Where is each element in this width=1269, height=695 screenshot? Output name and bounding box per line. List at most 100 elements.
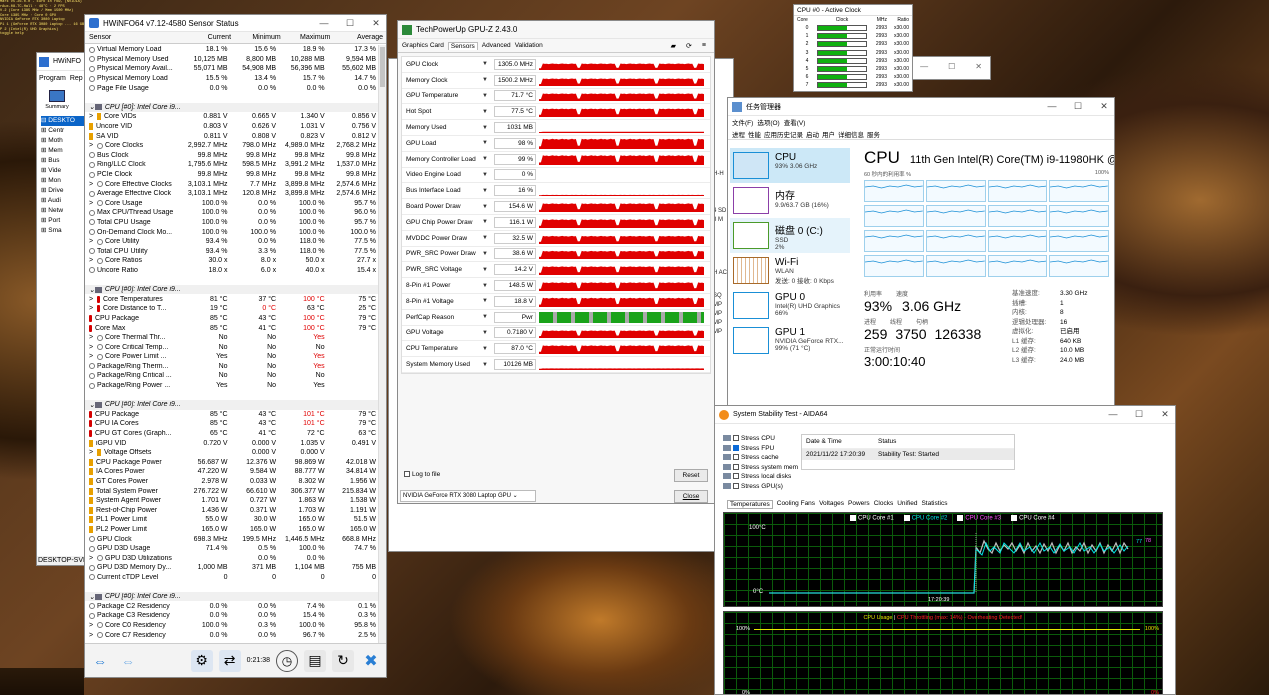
stress-checkbox[interactable] [733,435,739,442]
expand-icon[interactable]: > [89,305,97,312]
dropdown-arrow-icon[interactable]: ▼ [482,330,494,336]
menu-options[interactable]: 选项(O) [757,117,779,127]
sensor-row[interactable]: > Core Distance to T... 19 °C 0 °C 63 °C 25 °… [85,304,379,314]
sensor-row[interactable]: Total CPU Usage 100.0 % 0.0 % 100.0 % 95.7 % [85,218,379,228]
stress-checkbox[interactable] [733,454,739,461]
sensor-row[interactable]: Core Max 85 °C 41 °C 100 °C 79 °C [85,323,379,333]
perf-item[interactable]: 内存 9.9/63.7 GB (16%) [730,183,850,218]
perf-item[interactable]: Wi-Fi WLAN 发送: 0 接收: 0 Kbps [730,253,850,288]
sensor-row[interactable]: Rest-of-Chip Power 1.436 W 0.371 W 1.703 W 1… [85,506,379,516]
expand-icon[interactable]: > [89,555,97,562]
sensor-row[interactable]: Virtual Memory Load 18.1 % 15.6 % 18.9 % 17.… [85,45,379,55]
sensor-row[interactable]: Max CPU/Thread Usage 100.0 % 0.0 % 100.0 % 9… [85,208,379,218]
dropdown-arrow-icon[interactable]: ▼ [482,298,494,304]
sensor-row[interactable]: PL2 Power Limit 165.0 W 165.0 W 165.0 W 165.… [85,525,379,535]
sensor-row[interactable]: GPU Clock 698.3 MHz 199.5 MHz 1,446.5 MHz 66… [85,534,379,544]
dropdown-arrow-icon[interactable]: ▼ [482,93,494,99]
maximize-button[interactable]: ☐ [1133,409,1145,420]
sensor-row[interactable]: CPU Package 85 °C 43 °C 100 °C 79 °C [85,314,379,324]
tab-advanced[interactable]: Advanced [482,42,511,49]
sensor-row[interactable]: Current cTDP Level 0 0 0 0 [85,573,379,583]
stress-option[interactable]: Stress GPU(s) [723,482,798,492]
stress-option[interactable]: Stress system mem [723,463,798,473]
menu-icon[interactable]: ≡ [702,42,706,50]
sensor-row[interactable]: Page File Usage 0.0 % 0.0 % 0.0 % 0.0 % [85,83,379,93]
sensor-row[interactable]: Physical Memory Used 10,125 MB 8,800 MB 10,… [85,55,379,65]
sensor-row[interactable]: Package/Ring Critical ... No No No [85,371,379,381]
tab-1[interactable]: 性能 [748,129,761,139]
sensor-row[interactable]: System Agent Power 1.701 W 0.727 W 1.863 W 1… [85,496,379,506]
camera-icon[interactable]: ▰ [671,42,676,50]
sensor-row[interactable]: PCIe Clock 99.8 MHz 99.8 MHz 99.8 MHz 99.8 M… [85,170,379,180]
tab-validation[interactable]: Validation [515,42,543,49]
close-button[interactable]: ✕ [370,18,382,29]
sensor-row[interactable]: > Core C7 Residency 0.0 % 0.0 % 96.7 % 2.5 % [85,630,379,640]
dropdown-arrow-icon[interactable]: ▼ [482,61,494,67]
dropdown-arrow-icon[interactable]: ▼ [482,125,494,131]
expand-icon[interactable]: > [89,181,97,188]
settings-icon[interactable]: ⚙ [190,649,213,672]
tab-graphics-card[interactable]: Graphics Card [402,42,444,49]
stress-checkbox[interactable] [733,473,739,480]
sensor-row[interactable]: > Core Clocks 2,992.7 MHz 798.0 MHz 4,989.0 … [85,141,379,151]
stress-checkbox[interactable] [733,482,739,489]
menu-report[interactable]: Rep [70,75,83,82]
log-checkbox[interactable] [404,471,410,478]
tab-4[interactable]: 用户 [822,129,835,139]
sensor-row[interactable] [85,93,379,103]
tab-2[interactable]: 应用历史记录 [764,129,803,139]
sensor-row[interactable]: > Core Power Limit ... Yes No Yes [85,352,379,362]
sensor-row[interactable]: Uncore Ratio 18.0 x 6.0 x 40.0 x 15.4 x [85,266,379,276]
sensor-list[interactable]: Virtual Memory Load 18.1 % 15.6 % 18.9 % 17.… [85,45,379,640]
expand-icon[interactable]: > [89,632,97,639]
sensor-row[interactable]: iGPU VID 0.720 V 0.000 V 1.035 V 0.491 V [85,438,379,448]
perf-item[interactable]: GPU 1 NVIDIA GeForce RTX... 99% (71 °C) [730,323,850,358]
clock-icon[interactable]: ◷ [276,649,298,672]
stress-checkbox[interactable] [733,444,739,451]
dropdown-arrow-icon[interactable]: ▼ [482,314,494,320]
tab-sensors[interactable]: Sensors [447,41,478,50]
log-to-file-row[interactable]: Log to file [404,471,440,478]
menu-view[interactable]: 查看(V) [784,117,806,127]
sensor-row[interactable]: SA VID 0.811 V 0.808 V 0.823 V 0.812 V [85,131,379,141]
sensor-group-header[interactable]: ⌄ CPU [#0]: Intel Core i9... [85,591,379,602]
sensor-row[interactable]: GPU D3D Memory Dy... 1,000 MB 371 MB 1,104 … [85,563,379,573]
sensor-row[interactable]: Physical Memory Load 15.5 % 13.4 % 15.7 % 14… [85,74,379,84]
reset-icon[interactable]: ↻ [332,649,354,672]
sensor-row[interactable]: GT Cores Power 2.978 W 0.033 W 8.302 W 1.956… [85,477,379,487]
col-minimum[interactable]: Minimum [234,34,284,41]
stress-option[interactable]: Stress FPU [723,444,798,454]
sensor-row[interactable]: Ring/LLC Clock 1,795.6 MHz 598.5 MHz 3,991.… [85,160,379,170]
sensor-row[interactable]: IA Cores Power 47.220 W 9.584 W 88.777 W 34.… [85,467,379,477]
reset-button[interactable]: Reset [674,469,708,482]
menu-program[interactable]: Program [39,75,66,82]
sensor-row[interactable]: Package/Ring Power ... Yes No Yes [85,381,379,391]
device-select[interactable]: NVIDIA GeForce RTX 3080 Laptop GPU ⌄ [400,490,536,502]
expand-icon[interactable]: > [89,622,97,629]
dropdown-arrow-icon[interactable]: ▼ [482,267,494,273]
nav-forward-icon[interactable]: ⇔ [117,650,139,672]
sensor-row[interactable]: > Core Utility 93.4 % 0.0 % 118.0 % 77.5 % [85,237,379,247]
dropdown-arrow-icon[interactable]: ▼ [482,235,494,241]
aida-tab-1[interactable]: Cooling Fans [777,500,815,509]
sensor-row[interactable]: CPU IA Cores 85 °C 43 °C 101 °C 79 °C [85,419,379,429]
sensor-row[interactable]: Total CPU Utility 93.4 % 3.3 % 118.0 % 77.5 … [85,246,379,256]
expand-icon[interactable]: > [89,200,97,207]
expand-icon[interactable]: > [89,344,97,351]
stress-option[interactable]: Stress cache [723,453,798,463]
stress-option[interactable]: Stress local disks [723,472,798,482]
sensor-row[interactable]: > Core Critical Temp... No No No [85,342,379,352]
scrollbar[interactable] [378,45,386,645]
sensor-row[interactable]: Package/Ring Therm... No No Yes [85,362,379,372]
expand-icon[interactable]: > [89,449,97,456]
dropdown-arrow-icon[interactable]: ▼ [482,140,494,146]
sensor-row[interactable]: > Core Effective Clocks 3,103.1 MHz 7.7 MHz… [85,179,379,189]
dropdown-arrow-icon[interactable]: ▼ [482,219,494,225]
stress-checkbox[interactable] [733,463,739,470]
aida-tab-3[interactable]: Powers [848,500,870,509]
sensor-row[interactable]: > Core VIDs 0.881 V 0.665 V 1.340 V 0.856 V [85,112,379,122]
menu-file[interactable]: 文件(F) [732,117,753,127]
dropdown-arrow-icon[interactable]: ▼ [482,251,494,257]
stress-option[interactable]: Stress CPU [723,434,798,444]
dropdown-arrow-icon[interactable]: ▼ [482,77,494,83]
